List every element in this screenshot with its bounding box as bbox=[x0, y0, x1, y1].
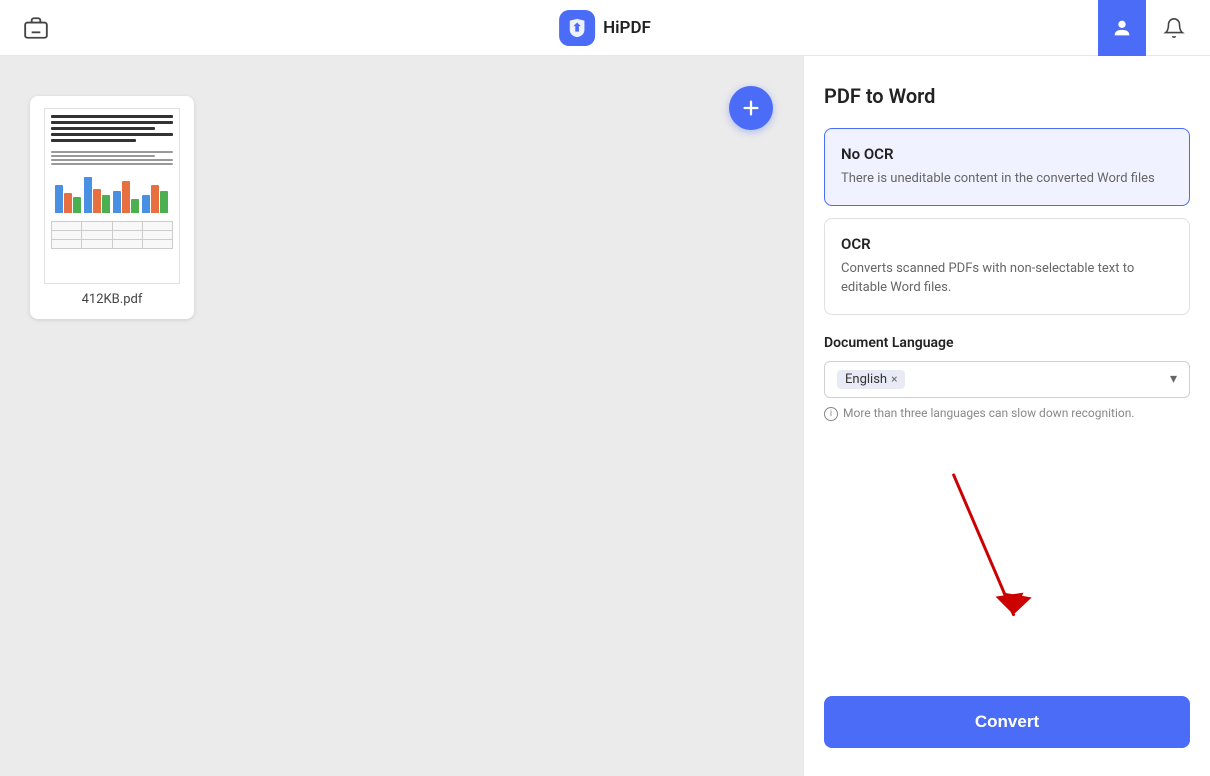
panel-title: PDF to Word bbox=[824, 84, 1190, 108]
convert-button[interactable]: Convert bbox=[824, 696, 1190, 748]
right-panel: PDF to Word No OCR There is uneditable c… bbox=[803, 56, 1210, 776]
language-tag: English × bbox=[837, 370, 905, 389]
header-left bbox=[20, 12, 52, 44]
chevron-down-icon: ▾ bbox=[1170, 371, 1177, 387]
file-area: 412KB.pdf bbox=[0, 56, 803, 776]
notification-bell-icon[interactable] bbox=[1158, 12, 1190, 44]
ocr-option[interactable]: OCR Converts scanned PDFs with non-selec… bbox=[824, 218, 1190, 315]
document-language-label: Document Language bbox=[824, 335, 1190, 351]
red-arrow-svg bbox=[824, 421, 1190, 689]
toolbox-icon[interactable] bbox=[20, 12, 52, 44]
no-ocr-option[interactable]: No OCR There is uneditable content in th… bbox=[824, 128, 1190, 206]
hipdf-logo-icon bbox=[559, 10, 595, 46]
language-hint: i More than three languages can slow dow… bbox=[824, 406, 1190, 421]
main-layout: 412KB.pdf PDF to Word No OCR There is un… bbox=[0, 56, 1210, 776]
header-right bbox=[1098, 0, 1190, 56]
file-preview bbox=[44, 108, 180, 284]
table-preview bbox=[51, 221, 173, 249]
header-center: HiPDF bbox=[559, 10, 651, 46]
language-select[interactable]: English × ▾ bbox=[824, 361, 1190, 398]
header: HiPDF bbox=[0, 0, 1210, 56]
arrow-annotation bbox=[824, 421, 1190, 689]
file-card: 412KB.pdf bbox=[30, 96, 194, 319]
remove-language-button[interactable]: × bbox=[891, 372, 897, 386]
add-file-button[interactable] bbox=[729, 86, 773, 130]
ocr-description: Converts scanned PDFs with non-selectabl… bbox=[841, 259, 1173, 298]
no-ocr-description: There is uneditable content in the conve… bbox=[841, 169, 1173, 189]
info-icon: i bbox=[824, 407, 838, 421]
file-name: 412KB.pdf bbox=[82, 292, 143, 307]
no-ocr-label: No OCR bbox=[841, 145, 1173, 163]
app-name: HiPDF bbox=[603, 18, 651, 38]
chart-preview bbox=[51, 177, 173, 213]
user-avatar[interactable] bbox=[1098, 0, 1146, 56]
ocr-label: OCR bbox=[841, 235, 1173, 253]
